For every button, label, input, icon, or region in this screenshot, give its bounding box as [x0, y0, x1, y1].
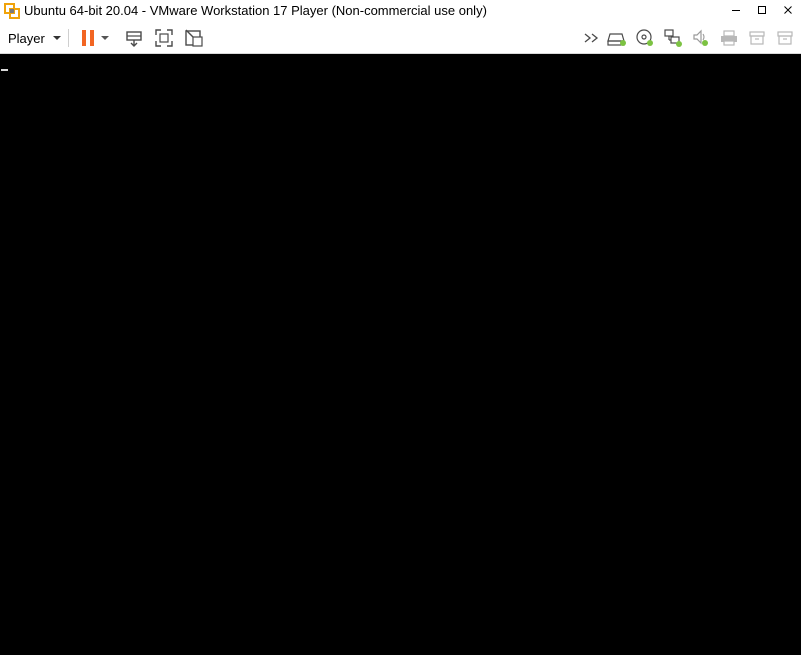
text-cursor	[1, 69, 8, 71]
vmware-app-icon[interactable]	[4, 3, 20, 19]
printer-button[interactable]	[718, 27, 740, 49]
cd-dvd-button[interactable]	[634, 27, 656, 49]
vm-console-display[interactable]	[0, 54, 801, 655]
unity-button[interactable]	[183, 27, 205, 49]
window-controls	[723, 0, 801, 22]
unity-icon	[184, 28, 204, 48]
sound-card-button[interactable]	[690, 27, 712, 49]
printer-icon	[719, 29, 739, 47]
power-options-dropdown[interactable]	[99, 27, 111, 49]
minimize-button[interactable]	[723, 0, 749, 22]
network-adapter-icon	[663, 28, 683, 48]
player-menu-button[interactable]: Player	[2, 26, 67, 50]
chevron-down-icon	[52, 36, 61, 40]
player-menu-label: Player	[8, 30, 45, 46]
window-title: Ubuntu 64-bit 20.04 - VMware Workstation…	[24, 3, 487, 18]
usb-icon-1	[748, 29, 766, 47]
hard-disk-icon	[607, 29, 627, 47]
close-icon	[783, 2, 793, 20]
hard-disk-button[interactable]	[606, 27, 628, 49]
send-ctrl-alt-del-button[interactable]	[123, 27, 145, 49]
usb-icon-2	[776, 29, 794, 47]
full-screen-icon	[154, 28, 174, 48]
toolbar: Player	[0, 22, 801, 54]
network-adapter-button[interactable]	[662, 27, 684, 49]
expand-devices-icon	[583, 31, 601, 45]
sound-card-icon	[691, 28, 711, 48]
full-screen-button[interactable]	[153, 27, 175, 49]
usb-device-button-2[interactable]	[774, 27, 796, 49]
toolbar-separator	[68, 29, 69, 47]
minimize-icon	[731, 2, 741, 20]
cd-dvd-icon	[635, 28, 655, 48]
pause-button[interactable]	[77, 27, 99, 49]
usb-device-button-1[interactable]	[746, 27, 768, 49]
expand-devices-button[interactable]	[581, 27, 603, 49]
dropdown-caret-icon	[100, 35, 110, 41]
pause-icon	[80, 29, 96, 47]
maximize-icon	[757, 2, 767, 20]
send-ctrl-alt-del-icon	[124, 28, 144, 48]
close-button[interactable]	[775, 0, 801, 22]
maximize-button[interactable]	[749, 0, 775, 22]
vmware-player-window: Ubuntu 64-bit 20.04 - VMware Workstation…	[0, 0, 801, 655]
title-bar[interactable]: Ubuntu 64-bit 20.04 - VMware Workstation…	[0, 0, 801, 22]
